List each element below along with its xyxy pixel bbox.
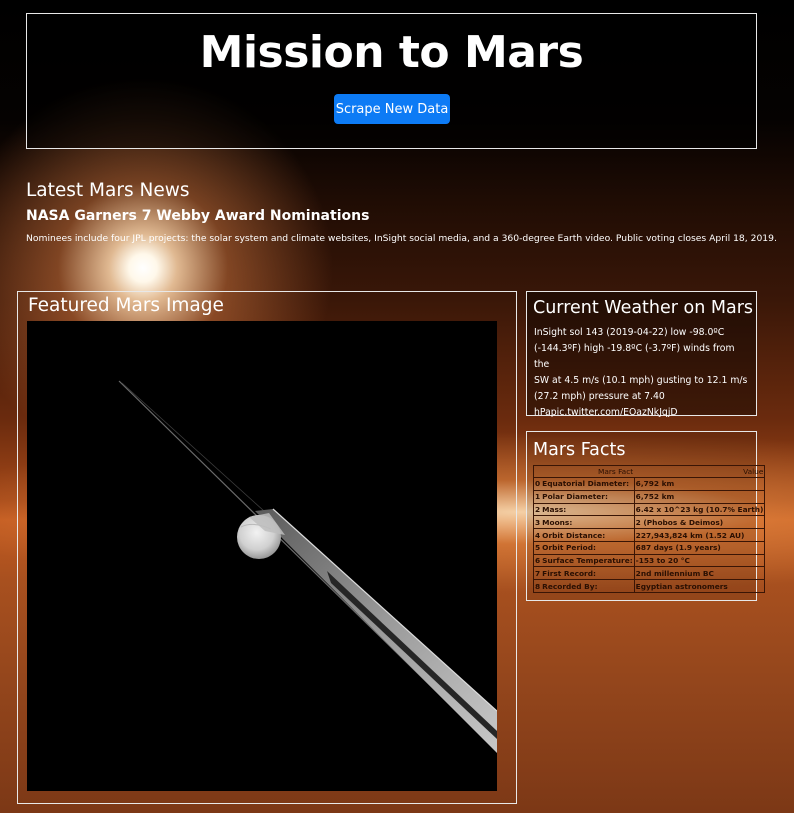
news-paragraph: Nominees include four JPL projects: the … <box>26 233 777 244</box>
facts-table: Mars Fact Value 0 Equatorial Diameter: 6,7… <box>533 465 766 594</box>
weather-line: (27.2 mph) pressure at 7.40 <box>534 391 665 402</box>
table-cell-label: Orbit Period: <box>541 540 635 555</box>
news-heading: Latest Mars News <box>26 180 190 201</box>
saturn-rings-moon-picture <box>27 321 497 791</box>
table-cell-label: Surface Temperature: <box>541 553 635 567</box>
table-row: 3 Moons: 2 (Phobos & Deimos) <box>533 515 765 529</box>
facts-table-body: 0 Equatorial Diameter: 6,792 km 1 Polar Diam… <box>533 477 765 593</box>
table-header-row: Mars Fact Value <box>533 465 765 478</box>
table-row: 7 First Record: 2nd millennium BC <box>533 566 765 580</box>
scrape-new-data-button[interactable]: Scrape New Data <box>334 94 450 124</box>
index-header <box>533 465 542 478</box>
page-title: Mission to Mars <box>199 27 584 78</box>
table-row: 1 Polar Diameter: 6,752 km <box>533 489 765 504</box>
weather-report: InSight sol 143 (2019-04-22) low -98.0ºC… <box>534 325 749 421</box>
table-cell-index: 4 <box>533 528 542 542</box>
table-cell-value: 6,792 km <box>634 477 765 491</box>
weather-panel: Current Weather on Mars InSight sol 143 … <box>526 291 757 418</box>
table-cell-value: 2nd millennium BC <box>634 566 765 580</box>
facts-heading: Mars Facts <box>533 440 626 460</box>
table-cell-value: 687 days (1.9 years) <box>634 540 765 555</box>
mars-facts-panel: Mars Facts Mars Fact Value 0 Equatorial D… <box>526 431 766 601</box>
table-cell-label: Orbit Distance: <box>541 528 635 542</box>
table-cell-index: 3 <box>533 515 542 529</box>
table-cell-label: Recorded By: <box>541 579 635 593</box>
featured-image-panel: Featured Mars Image <box>17 291 517 804</box>
table-cell-index: 2 <box>533 502 542 516</box>
table-cell-label: Mass: <box>541 502 635 516</box>
table-cell-label: Polar Diameter: <box>541 489 635 504</box>
table-cell-value: Egyptian astronomers <box>634 579 765 593</box>
table-cell-label: Moons: <box>541 515 635 529</box>
featured-image-heading: Featured Mars Image <box>28 295 224 316</box>
table-cell-index: 5 <box>533 540 542 555</box>
weather-link[interactable]: hPapic.twitter.com/EOazNkJqjD <box>534 407 678 418</box>
table-cell-value: 6,752 km <box>634 489 765 504</box>
featured-image <box>27 321 497 791</box>
table-cell-value: 2 (Phobos & Deimos) <box>634 515 765 529</box>
header-jumbotron: Mission to Mars Scrape New Data <box>26 13 757 149</box>
table-cell-index: 6 <box>533 553 542 567</box>
weather-line: SW at 4.5 m/s (10.1 mph) gusting to 12.1… <box>534 375 748 386</box>
table-row: 0 Equatorial Diameter: 6,792 km <box>533 477 765 491</box>
table-cell-index: 1 <box>533 489 542 504</box>
weather-heading: Current Weather on Mars <box>533 298 754 318</box>
table-cell-value: 6.42 x 10^23 kg (10.7% Earth) <box>634 502 765 516</box>
column-header: Value <box>634 465 765 478</box>
table-row: 4 Orbit Distance: 227,943,824 km (1.52 AU) <box>533 528 765 542</box>
weather-line: (-144.3ºF) high -19.8ºC (-3.7ºF) winds f… <box>534 343 735 370</box>
table-cell-index: 0 <box>533 477 542 491</box>
table-cell-label: Equatorial Diameter: <box>541 477 635 491</box>
column-header: Mars Fact <box>541 465 635 478</box>
table-cell-index: 8 <box>533 579 542 593</box>
weather-line: InSight sol 143 (2019-04-22) low -98.0ºC <box>534 327 725 338</box>
table-row: 8 Recorded By: Egyptian astronomers <box>533 579 765 593</box>
table-row: 2 Mass: 6.42 x 10^23 kg (10.7% Earth) <box>533 502 765 516</box>
news-title: NASA Garners 7 Webby Award Nominations <box>26 208 370 224</box>
table-cell-label: First Record: <box>541 566 635 580</box>
table-row: 6 Surface Temperature: -153 to 20 °C <box>533 553 765 567</box>
table-cell-value: 227,943,824 km (1.52 AU) <box>634 528 765 542</box>
table-row: 5 Orbit Period: 687 days (1.9 years) <box>533 540 765 555</box>
table-cell-index: 7 <box>533 566 542 580</box>
table-cell-value: -153 to 20 °C <box>634 553 765 567</box>
